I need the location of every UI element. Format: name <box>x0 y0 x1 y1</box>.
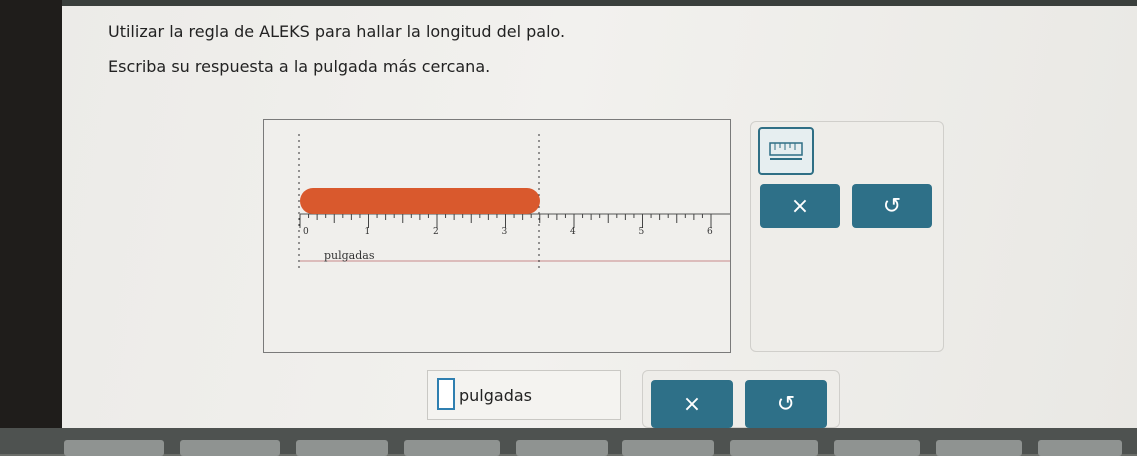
undo-icon: ↺ <box>882 193 902 219</box>
ruler-tick-labels: 0 1 2 3 4 5 6 <box>303 227 713 237</box>
ruler-drawing: 0 1 2 3 4 5 6 pulgadas <box>298 134 730 270</box>
undo-answer-button[interactable]: ↺ <box>745 380 827 428</box>
undo-icon: ↺ <box>776 391 796 417</box>
answer-input[interactable] <box>437 378 455 410</box>
ruler-tick-label: 2 <box>433 227 439 237</box>
ruler-tick-label: 1 <box>365 227 371 237</box>
clear-tool-button[interactable]: × <box>760 184 840 228</box>
ruler-tool-button[interactable] <box>758 127 814 175</box>
stick <box>300 188 540 214</box>
ruler-tick-label: 5 <box>639 227 645 237</box>
ruler-tick-label: 0 <box>303 227 309 237</box>
question-subinstruction: Escriba su respuesta a la pulgada más ce… <box>108 57 491 76</box>
answer-unit-label: pulgadas <box>459 386 532 405</box>
undo-tool-button[interactable]: ↺ <box>852 184 932 228</box>
ruler-tick-label: 6 <box>707 227 713 237</box>
ruler-tick-label: 4 <box>570 227 576 237</box>
ruler-unit-label: pulgadas <box>324 249 375 262</box>
device-bezel-left <box>0 0 62 454</box>
ruler-workspace[interactable]: 0 1 2 3 4 5 6 pulgadas <box>263 119 731 353</box>
close-icon: × <box>790 193 810 219</box>
ruler-icon <box>769 142 803 160</box>
clear-answer-button[interactable]: × <box>651 380 733 428</box>
ruler-tick-label: 3 <box>502 227 508 237</box>
close-icon: × <box>682 391 702 417</box>
question-instruction: Utilizar la regla de ALEKS para hallar l… <box>108 22 566 41</box>
ruler-ticks <box>299 214 712 228</box>
